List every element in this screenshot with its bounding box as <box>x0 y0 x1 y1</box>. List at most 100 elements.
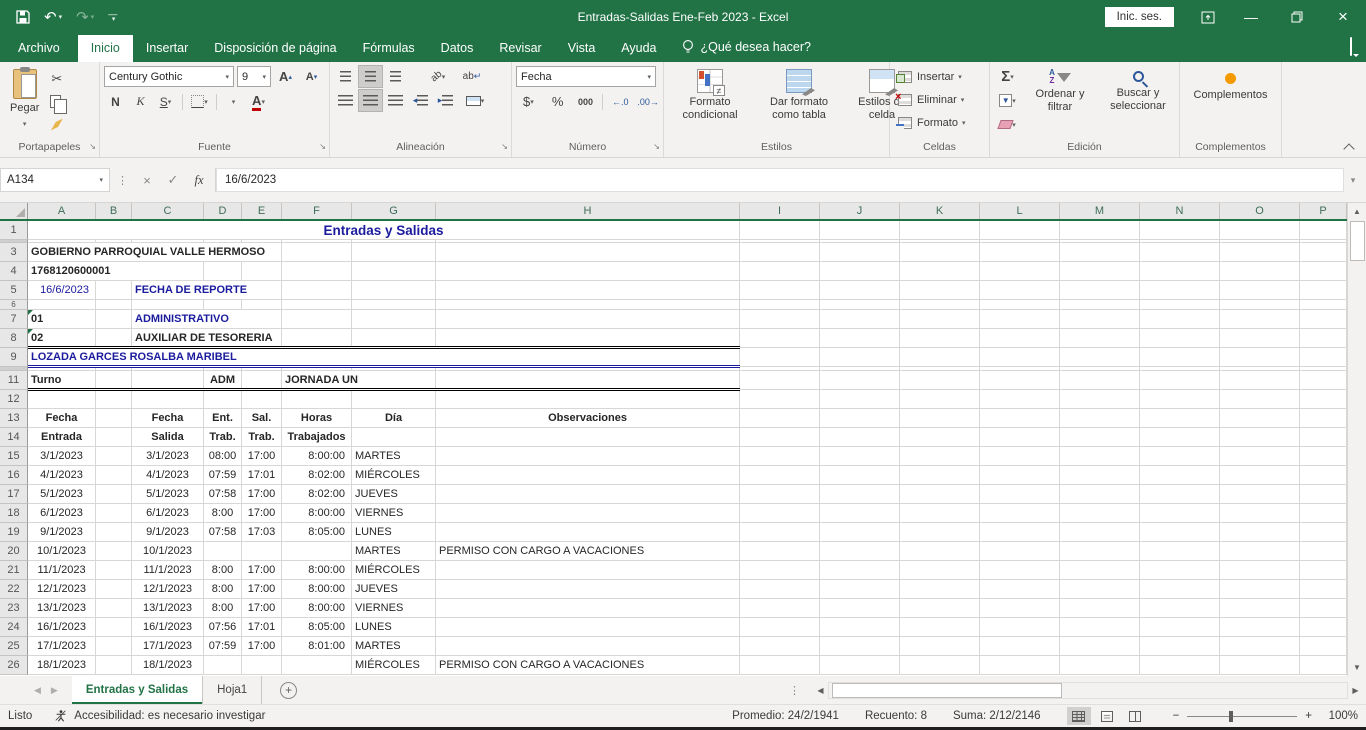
cell-A4[interactable]: 1768120600001 <box>28 262 204 281</box>
cell-I1[interactable] <box>740 221 820 240</box>
cell-C15[interactable]: 3/1/2023 <box>132 447 204 466</box>
cell-K5[interactable] <box>900 281 980 300</box>
comma-style-button[interactable]: 000 <box>575 91 597 112</box>
cell-O3[interactable] <box>1220 243 1300 262</box>
cell-P19[interactable] <box>1300 523 1347 542</box>
cell-L11[interactable] <box>980 371 1060 390</box>
cell-O22[interactable] <box>1220 580 1300 599</box>
font-color-button[interactable]: A▾ <box>247 91 270 112</box>
cell-D6[interactable] <box>204 300 242 310</box>
formula-input[interactable]: 16/6/2023 <box>216 168 1344 192</box>
cell-A22[interactable]: 12/1/2023 <box>28 580 96 599</box>
cell-D25[interactable]: 07:59 <box>204 637 242 656</box>
cell-N3[interactable] <box>1140 243 1220 262</box>
sheet-tab-hoja1[interactable]: Hoja1 <box>203 676 262 704</box>
cell-O24[interactable] <box>1220 618 1300 637</box>
cell-D24[interactable]: 07:56 <box>204 618 242 637</box>
cell-C6[interactable] <box>132 300 204 310</box>
cell-J13[interactable] <box>820 409 900 428</box>
cell-O23[interactable] <box>1220 599 1300 618</box>
cell-A13[interactable]: Fecha <box>28 409 96 428</box>
cell-P17[interactable] <box>1300 485 1347 504</box>
format-cells-button[interactable]: Formato▾ <box>896 112 967 133</box>
cell-A18[interactable]: 6/1/2023 <box>28 504 96 523</box>
cell-L14[interactable] <box>980 428 1060 447</box>
cell-D22[interactable]: 8:00 <box>204 580 242 599</box>
insert-cells-button[interactable]: Insertar▾ <box>896 66 967 87</box>
cell-B17[interactable] <box>96 485 132 504</box>
redo-button[interactable]: ↷▾ <box>76 10 94 25</box>
cell-K9[interactable] <box>900 348 980 367</box>
tab-vista[interactable]: Vista <box>555 35 609 62</box>
align-middle-button[interactable] <box>359 66 382 87</box>
cell-B24[interactable] <box>96 618 132 637</box>
cell-B22[interactable] <box>96 580 132 599</box>
column-header-G[interactable]: G <box>352 203 436 219</box>
cell-G19[interactable]: LUNES <box>352 523 436 542</box>
cell-H21[interactable] <box>436 561 740 580</box>
cell-N4[interactable] <box>1140 262 1220 281</box>
cell-G5[interactable] <box>352 281 436 300</box>
row-header-12[interactable]: 12 <box>0 390 28 409</box>
autosum-button[interactable]: Σ▾ <box>996 66 1019 87</box>
cell-L18[interactable] <box>980 504 1060 523</box>
cell-M7[interactable] <box>1060 310 1140 329</box>
align-right-button[interactable] <box>384 90 407 111</box>
cell-F26[interactable] <box>282 656 352 675</box>
cell-L7[interactable] <box>980 310 1060 329</box>
cell-N15[interactable] <box>1140 447 1220 466</box>
cell-E18[interactable]: 17:00 <box>242 504 282 523</box>
cell-H19[interactable] <box>436 523 740 542</box>
cell-C21[interactable]: 11/1/2023 <box>132 561 204 580</box>
cell-H15[interactable] <box>436 447 740 466</box>
cell-C17[interactable]: 5/1/2023 <box>132 485 204 504</box>
cell-H14[interactable] <box>436 428 740 447</box>
increase-indent-button[interactable]: ▸ <box>434 90 457 111</box>
cell-G17[interactable]: JUEVES <box>352 485 436 504</box>
cell-J4[interactable] <box>820 262 900 281</box>
orientation-button[interactable]: ab▾ <box>421 66 455 87</box>
cell-C14[interactable]: Salida <box>132 428 204 447</box>
cell-G4[interactable] <box>352 262 436 281</box>
tab-ayuda[interactable]: Ayuda <box>608 35 669 62</box>
row-header-1[interactable]: 1 <box>0 221 28 240</box>
zoom-percent[interactable]: 100% <box>1320 710 1358 722</box>
cell-N5[interactable] <box>1140 281 1220 300</box>
cell-L23[interactable] <box>980 599 1060 618</box>
cell-L24[interactable] <box>980 618 1060 637</box>
row-header-21[interactable]: 21 <box>0 561 28 580</box>
cell-L1[interactable] <box>980 221 1060 240</box>
cell-N26[interactable] <box>1140 656 1220 675</box>
cell-P6[interactable] <box>1300 300 1347 310</box>
cell-P22[interactable] <box>1300 580 1347 599</box>
cell-M1[interactable] <box>1060 221 1140 240</box>
cell-O20[interactable] <box>1220 542 1300 561</box>
cell-L17[interactable] <box>980 485 1060 504</box>
align-center-button[interactable] <box>359 90 382 111</box>
cell-M19[interactable] <box>1060 523 1140 542</box>
cell-P18[interactable] <box>1300 504 1347 523</box>
cell-M18[interactable] <box>1060 504 1140 523</box>
cell-C12[interactable] <box>132 390 204 409</box>
cell-L8[interactable] <box>980 329 1060 348</box>
cell-K19[interactable] <box>900 523 980 542</box>
cell-J5[interactable] <box>820 281 900 300</box>
cell-K1[interactable] <box>900 221 980 240</box>
cell-J22[interactable] <box>820 580 900 599</box>
cell-F19[interactable]: 8:05:00 <box>282 523 352 542</box>
cell-N17[interactable] <box>1140 485 1220 504</box>
cell-O11[interactable] <box>1220 371 1300 390</box>
name-box[interactable]: A134▾ <box>0 168 110 192</box>
row-header-20[interactable]: 20 <box>0 542 28 561</box>
cell-E23[interactable]: 17:00 <box>242 599 282 618</box>
cell-I22[interactable] <box>740 580 820 599</box>
cell-F12[interactable] <box>282 390 352 409</box>
cell-O13[interactable] <box>1220 409 1300 428</box>
cell-P5[interactable] <box>1300 281 1347 300</box>
row-header-5[interactable]: 5 <box>0 281 28 300</box>
cell-D21[interactable]: 8:00 <box>204 561 242 580</box>
cell-J3[interactable] <box>820 243 900 262</box>
cell-F24[interactable]: 8:05:00 <box>282 618 352 637</box>
dialog-launcher-icon[interactable]: ↘ <box>653 139 660 154</box>
cell-F20[interactable] <box>282 542 352 561</box>
